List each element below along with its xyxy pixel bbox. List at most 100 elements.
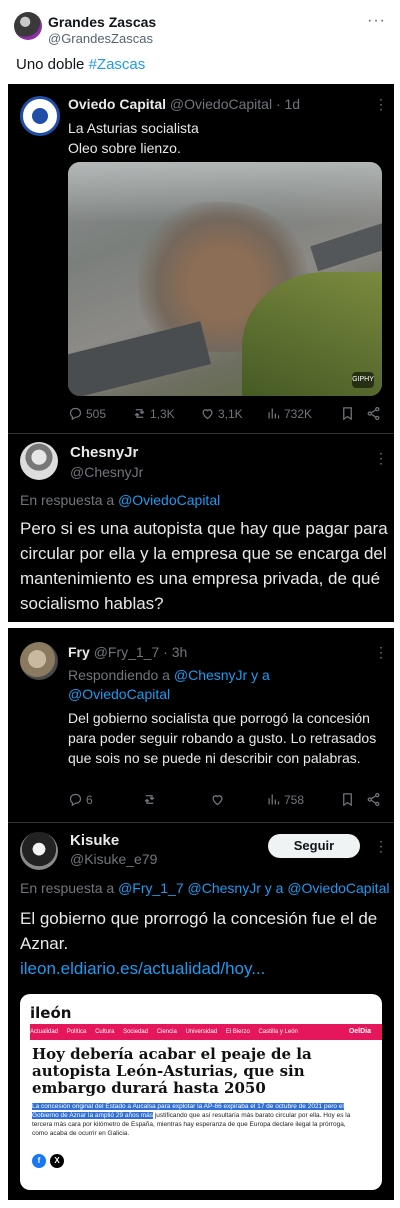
nav-item: Actualidad [30, 1029, 59, 1035]
follow-button[interactable]: Seguir [268, 834, 360, 858]
reply-text: El gobierno que prorrogó la concesión fu… [20, 906, 390, 981]
more-options-icon[interactable]: ⋮ [374, 644, 388, 661]
tweet-photo[interactable]: GIPHY [68, 162, 382, 396]
retweet-button[interactable]: 1,3K [132, 406, 175, 421]
bookmark-icon [343, 793, 352, 807]
tweet-header: Oviedo Capital @OviedoCapital · 1d [68, 96, 300, 112]
tweet-text: La Asturias socialista Oleo sobre lienzo… [68, 118, 199, 158]
reply-button[interactable]: 6 [68, 792, 93, 807]
retweet-icon [144, 795, 155, 804]
article-link[interactable]: ileon.eldiario.es/actualidad/hoy... [20, 956, 390, 981]
screenshot-panel-2: Fry @Fry_1_7 · 3h ⋮ Respondiendo a @Ches… [8, 628, 394, 1200]
reply-prefix: En respuesta a [20, 492, 119, 508]
like-count: 3,1K [218, 406, 243, 421]
share-icon [367, 792, 380, 807]
more-options-icon[interactable]: ⋮ [374, 838, 388, 855]
author-handle[interactable]: @Kisuke_e79 [70, 851, 157, 867]
retweet-button[interactable] [142, 792, 160, 807]
nav-item: Sociedad [123, 1029, 149, 1035]
author-meta: @OviedoCapital · 1d [169, 96, 301, 112]
more-options-icon[interactable]: ⋮ [374, 96, 388, 113]
reply-icon [69, 407, 82, 421]
site-nav: Actualidad Política Cultura Sociedad Cie… [30, 1024, 382, 1040]
reply-text: Pero si es una autopista que hay que pag… [20, 519, 388, 613]
tweet-header: Fry @Fry_1_7 · 3h [68, 644, 187, 660]
nav-item: Ciencia [156, 1029, 177, 1035]
reply-context: Respondiendo a @ChesnyJr y a @OviedoCapi… [68, 666, 270, 704]
reply-button[interactable]: 505 [68, 406, 106, 421]
tweet-text: Del gobierno socialista que porrogó la c… [68, 710, 377, 766]
heart-icon [212, 795, 223, 806]
more-options-icon[interactable]: ··· [367, 12, 386, 30]
mention-link[interactable]: @Fry_1_7 @ChesnyJr y a @OviedoCapital [118, 880, 389, 896]
author-name[interactable]: ChesnyJr [70, 444, 138, 461]
views-button[interactable]: 732K [266, 406, 312, 421]
facebook-icon: f [32, 1154, 46, 1168]
reply-prefix: Respondiendo a [68, 667, 174, 683]
views-icon [268, 794, 280, 805]
like-button[interactable]: 3,1K [200, 406, 243, 421]
mention-link[interactable]: @OviedoCapital [118, 492, 220, 508]
avatar[interactable] [20, 96, 60, 136]
tweet-line: La Asturias socialista [68, 120, 199, 136]
reply-count: 6 [86, 792, 93, 807]
author-name[interactable]: Oviedo Capital [68, 96, 166, 112]
tweet-metrics: 505 1,3K 3,1K 732K [68, 406, 382, 426]
views-icon [268, 408, 280, 419]
tweet-line: Oleo sobre lienzo. [68, 140, 181, 156]
views-button[interactable]: 758 [266, 792, 304, 807]
share-icons: f X [32, 1154, 64, 1168]
author-name[interactable]: Kisuke [70, 832, 119, 849]
tweet-text: Uno doble #Zascas [16, 56, 145, 73]
author-handle[interactable]: @ChesnyJr [70, 464, 143, 480]
retweet-count: 1,3K [150, 406, 175, 421]
reply-body: El gobierno que prorrogó la concesión fu… [20, 909, 378, 953]
tweet-metrics: 6 758 [68, 792, 382, 812]
share-button[interactable] [366, 406, 381, 421]
views-count: 732K [284, 406, 313, 421]
avatar[interactable] [20, 442, 58, 480]
share-icon [367, 406, 380, 421]
reply-icon [69, 793, 82, 807]
nav-item: Cultura [95, 1029, 115, 1035]
reply-context: En respuesta a @OviedoCapital [20, 492, 220, 508]
x-icon: X [50, 1154, 64, 1168]
like-button[interactable] [210, 792, 228, 807]
photo-road [68, 321, 211, 396]
nav-item: Política [66, 1029, 87, 1035]
author-meta: @Fry_1_7 · 3h [93, 644, 188, 660]
mention-link[interactable]: @OviedoCapital [68, 686, 170, 702]
photo-badge: GIPHY [352, 372, 374, 388]
nav-item: Castilla y León [258, 1029, 298, 1035]
author-name[interactable]: Grandes Zascas [48, 14, 156, 30]
tweet-text-plain: Uno doble [16, 56, 89, 73]
avatar[interactable] [20, 832, 58, 870]
bookmark-button[interactable] [340, 406, 355, 421]
mention-link[interactable]: @ChesnyJr y a [174, 667, 270, 683]
divider [8, 822, 394, 823]
nav-item: El Bierzo [225, 1029, 250, 1035]
divider [8, 433, 394, 434]
retweet-icon [134, 409, 145, 418]
nav-brand: OelDia [348, 1028, 371, 1035]
article-headline: Hoy debería acabar el peaje de la autopi… [32, 1045, 312, 1097]
article-card[interactable]: ileón Actualidad Política Cultura Socied… [20, 994, 382, 1190]
more-options-icon[interactable]: ⋮ [374, 450, 388, 467]
article-summary: La concesión original del Estado a Aucal… [32, 1102, 352, 1138]
bookmark-button[interactable] [340, 792, 355, 807]
avatar[interactable] [20, 642, 58, 680]
reply-context: En respuesta a @Fry_1_7 @ChesnyJr y a @O… [20, 880, 389, 896]
nav-item: Universidad [185, 1029, 218, 1035]
avatar[interactable] [14, 12, 42, 40]
author-handle[interactable]: @GrandesZascas [48, 31, 153, 46]
views-count: 758 [284, 792, 305, 807]
reply-count: 505 [86, 406, 107, 421]
outer-tweet-header: Grandes Zascas @GrandesZascas ··· [14, 10, 386, 46]
reply-prefix: En respuesta a [20, 880, 119, 896]
share-button[interactable] [366, 792, 381, 807]
hashtag-link[interactable]: #Zascas [89, 56, 146, 73]
author-name[interactable]: Fry [68, 644, 90, 660]
screenshot-panel-1: Oviedo Capital @OviedoCapital · 1d ⋮ La … [8, 84, 394, 622]
site-logo: ileón [30, 1004, 72, 1022]
heart-icon [202, 409, 213, 420]
